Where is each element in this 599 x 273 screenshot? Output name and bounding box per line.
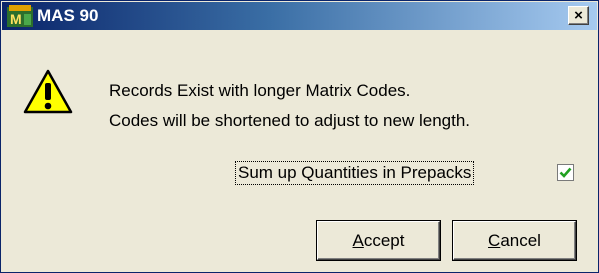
- prepacks-checkbox-label[interactable]: Sum up Quantities in Prepacks: [234, 161, 475, 185]
- close-button[interactable]: ×: [568, 6, 589, 25]
- message-line-1: Records Exist with longer Matrix Codes.: [109, 81, 411, 100]
- close-icon: ×: [574, 7, 583, 24]
- window-title: MAS 90: [37, 6, 99, 25]
- checkmark-icon: [559, 167, 572, 178]
- svg-text:M: M: [10, 11, 22, 27]
- cancel-button[interactable]: Cancel: [453, 221, 576, 260]
- mas90-app-icon: M: [7, 5, 33, 27]
- message-line-2: Codes will be shortened to adjust to new…: [109, 111, 471, 130]
- warning-icon: [23, 69, 73, 114]
- accept-button[interactable]: Accept: [317, 221, 440, 260]
- accept-button-label: Accept: [352, 230, 405, 250]
- dialog-window: M MAS 90 × Records Exist with longer Mat…: [0, 0, 599, 273]
- cancel-button-label: Cancel: [488, 230, 541, 250]
- prepacks-checkbox[interactable]: [557, 164, 574, 181]
- title-bar[interactable]: M MAS 90 ×: [2, 2, 597, 30]
